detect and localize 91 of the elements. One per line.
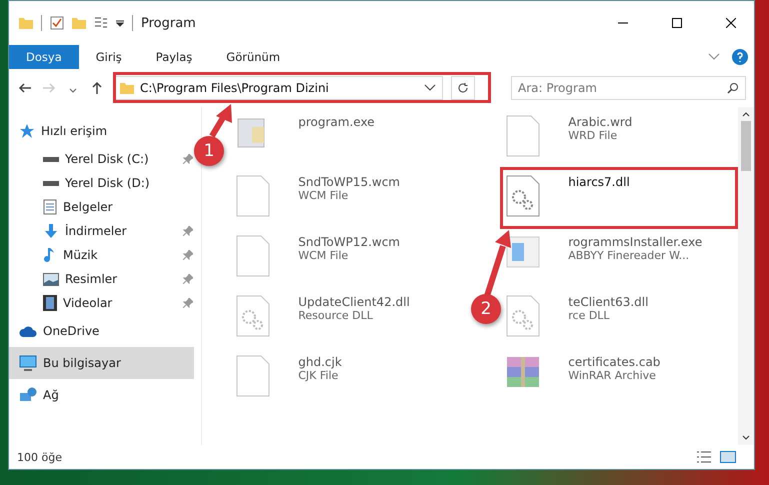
file-item[interactable]: Arabic.wrd WRD File (502, 111, 738, 171)
down-arrow-icon (43, 223, 59, 239)
sidebar-item[interactable]: Belgeler (9, 195, 193, 219)
file-item[interactable]: teClient63.dll rce DLL (502, 291, 738, 351)
sidebar-item[interactable]: Müzik (9, 243, 193, 267)
gear-file-icon (506, 295, 540, 337)
file-item[interactable]: UpdateClient42.dll Resource DLL (232, 291, 468, 351)
file-item[interactable]: SndToWP15.wcm WCM File (232, 171, 468, 231)
folder-icon (120, 81, 134, 95)
file-name: SndToWP15.wcm (298, 175, 400, 189)
ribbon-tab[interactable]: Görünüm (209, 45, 298, 69)
scroll-thumb[interactable] (741, 121, 752, 171)
sidebar-item[interactable]: Resimler (9, 267, 193, 291)
file-type: WinRAR Archive (568, 369, 657, 382)
sidebar-item[interactable]: Hızlı erişim (9, 115, 194, 147)
sidebar-item[interactable]: OneDrive (9, 315, 194, 347)
search-icon[interactable] (727, 82, 739, 94)
file-name: UpdateClient42.dll (298, 295, 410, 309)
sidebar-item[interactable]: İndirmeler (9, 219, 193, 243)
checkmark-icon[interactable] (50, 16, 64, 30)
file-name: rogrammsInstaller.exe (568, 235, 702, 249)
pin-icon[interactable] (183, 274, 193, 284)
help-icon[interactable] (732, 49, 748, 65)
file-name: hiarcs7.dll (568, 175, 630, 189)
close-icon (726, 18, 736, 28)
file-type: CJK File (298, 369, 340, 382)
file-name: Arabic.wrd (568, 115, 632, 129)
file-icon (236, 235, 270, 277)
file-name: teClient63.dll (568, 295, 648, 309)
gear-file-icon (506, 175, 540, 217)
sidebar-item[interactable]: Ağ (9, 379, 194, 411)
star-icon (19, 123, 35, 139)
network-icon (19, 387, 37, 403)
refresh-icon (457, 82, 469, 94)
properties-icon[interactable] (94, 16, 108, 30)
file-item[interactable]: ghd.cjk CJK File (232, 351, 468, 411)
sidebar-item[interactable]: Videolar (9, 291, 193, 315)
arrow (484, 230, 511, 297)
music-note-icon (43, 247, 57, 263)
file-item[interactable]: hiarcs7.dll (502, 171, 738, 231)
file-icon (506, 115, 540, 157)
file-item[interactable]: SndToWP12.wcm WCM File (232, 231, 468, 291)
refresh-button[interactable] (451, 76, 475, 100)
file-type: WRD File (568, 129, 618, 142)
cloud-icon (19, 325, 37, 337)
pin-icon[interactable] (183, 298, 193, 308)
chevron-down-icon (69, 88, 77, 92)
sidebar-item[interactable]: Yerel Disk (C:) (9, 147, 193, 171)
chevron-down-icon[interactable] (424, 84, 436, 92)
arrow (209, 104, 232, 138)
pin-icon[interactable] (183, 250, 193, 260)
monitor-icon (19, 355, 37, 371)
pin-icon[interactable] (183, 154, 193, 164)
scroll-up-icon[interactable] (742, 111, 750, 117)
ribbon-tab[interactable]: Giriş (78, 45, 139, 69)
address-field[interactable]: C:\Program Files\Program Dizini (113, 76, 443, 100)
minimize-icon (618, 22, 628, 24)
file-name: ghd.cjk (298, 355, 342, 369)
file-name: certificates.cab (568, 355, 660, 369)
pin-icon[interactable] (183, 226, 193, 236)
document-icon (43, 199, 57, 215)
dropdown-icon[interactable] (116, 19, 124, 27)
file-type: rce DLL (568, 309, 611, 322)
gear-file-icon (236, 295, 270, 337)
file-type: ABBYY Finereader W... (568, 249, 690, 262)
scroll-down-icon[interactable] (742, 435, 750, 441)
ribbon-tab[interactable]: Paylaş (138, 45, 210, 69)
file-name: SndToWP12.wcm (298, 235, 400, 249)
sidebar-item[interactable]: Bu bilgisayar (9, 347, 194, 379)
file-type: Resource DLL (298, 309, 374, 322)
drive-icon (43, 156, 59, 162)
file-type: WCM File (298, 249, 350, 262)
file-item[interactable]: certificates.cab WinRAR Archive (502, 351, 738, 411)
window-title: Program (141, 16, 197, 30)
details-view-icon[interactable] (696, 450, 712, 464)
file-item[interactable]: program.exe (232, 111, 468, 171)
item-count: 100 öğe (17, 450, 63, 464)
search-field[interactable]: Ara: Program (511, 76, 746, 100)
picture-icon (43, 272, 59, 286)
file-icon (236, 175, 270, 217)
maximize-icon (672, 18, 682, 28)
sidebar-item[interactable]: Yerel Disk (D:) (9, 171, 193, 195)
film-icon (43, 295, 57, 311)
file-type: WCM File (298, 189, 350, 202)
file-name: program.exe (298, 115, 375, 129)
ribbon-tab[interactable]: Dosya (9, 45, 79, 69)
drive-icon (43, 180, 59, 186)
file-item[interactable]: rogrammsInstaller.exe ABBYY Finereader W... (502, 231, 738, 291)
thumbnail-view-icon[interactable] (720, 450, 736, 464)
file-icon (236, 355, 270, 397)
scrollbar[interactable] (738, 107, 754, 445)
